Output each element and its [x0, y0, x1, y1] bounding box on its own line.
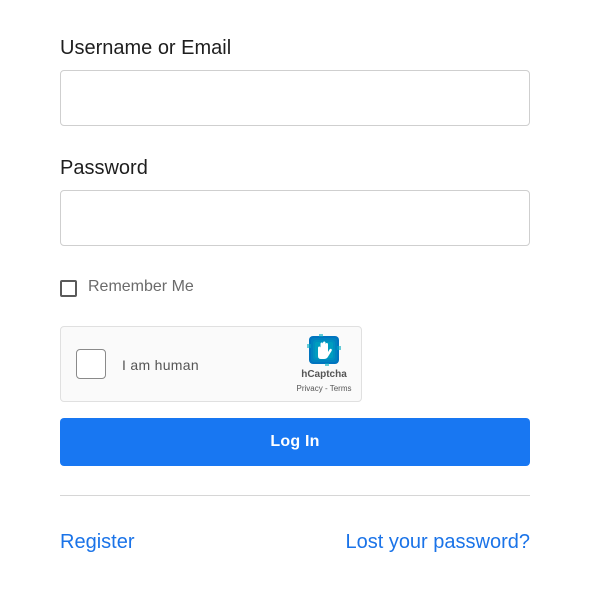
remember-me-checkbox[interactable] [60, 279, 77, 297]
captcha-brand: hCaptcha [301, 369, 347, 380]
captcha-link-separator: - [324, 384, 328, 393]
captcha-checkbox-label: I am human [122, 357, 199, 373]
username-input[interactable] [60, 70, 530, 126]
lost-password-link[interactable]: Lost your password? [345, 530, 530, 554]
divider [60, 495, 530, 496]
password-input[interactable] [60, 190, 530, 246]
hcaptcha-hand-icon [307, 334, 341, 366]
captcha-checkbox[interactable] [76, 349, 106, 379]
login-button[interactable]: Log In [60, 418, 530, 466]
hcaptcha-widget: I am human hCaptcha Privacy - Terms [60, 326, 362, 402]
remember-me-row[interactable]: Remember Me [60, 276, 194, 298]
username-label: Username or Email [60, 37, 232, 59]
captcha-privacy-link[interactable]: Privacy [297, 384, 323, 393]
register-link[interactable]: Register [60, 530, 134, 554]
captcha-links: Privacy - Terms [287, 384, 361, 393]
password-label: Password [60, 157, 148, 179]
remember-me-label[interactable]: Remember Me [88, 278, 194, 296]
captcha-terms-link[interactable]: Terms [330, 384, 352, 393]
